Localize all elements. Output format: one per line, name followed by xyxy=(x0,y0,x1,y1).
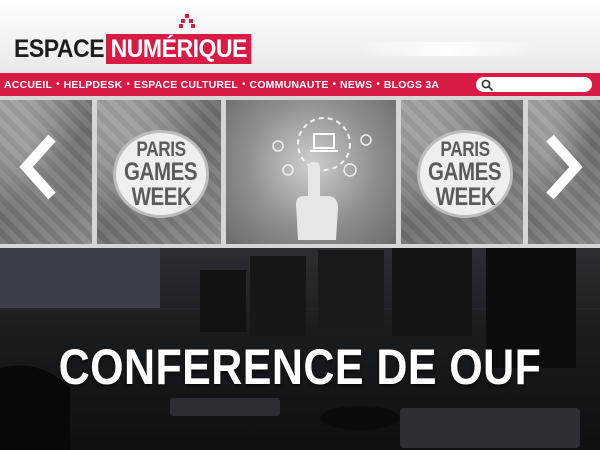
slide-touch-tech[interactable] xyxy=(226,100,396,244)
main-nav: ACCUEIL • HELPDESK • ESPACE CULTUREL • C… xyxy=(0,73,600,96)
logo-accent-icon xyxy=(179,14,195,28)
hero-banner: CONFERENCE DE OUF xyxy=(0,248,600,450)
search-icon[interactable] xyxy=(481,79,493,91)
nav-item-communaute[interactable]: COMMUNAUTE xyxy=(250,79,329,91)
logo-line-week: WEEK xyxy=(435,182,495,211)
nav-item-news[interactable]: NEWS xyxy=(340,79,372,91)
logo-line-games: GAMES xyxy=(428,157,502,186)
nav-separator: • xyxy=(376,79,380,90)
nav-list: ACCUEIL • HELPDESK • ESPACE CULTUREL • C… xyxy=(0,79,439,91)
nav-item-blogs-3a[interactable]: BLOGS 3A xyxy=(384,79,439,91)
nav-separator: • xyxy=(242,79,246,90)
nav-item-espace-culturel[interactable]: ESPACE CULTUREL xyxy=(134,79,238,91)
paris-games-week-logo: PARIS GAMES WEEK xyxy=(417,130,513,218)
slide-paris-games-week-2[interactable]: PARIS GAMES WEEK xyxy=(401,100,523,244)
logo-text-right: NUMÉRIQUE xyxy=(105,34,252,64)
logo-line-paris: PARIS xyxy=(136,137,186,161)
hero-title: CONFERENCE DE OUF xyxy=(58,339,542,395)
header-highlight xyxy=(355,42,540,56)
logo-text-left: ESPACE xyxy=(14,34,105,63)
nav-separator: • xyxy=(56,79,60,90)
slide-paris-games-week-1[interactable]: PARIS GAMES WEEK xyxy=(97,100,221,244)
paris-games-week-logo: PARIS GAMES WEEK xyxy=(113,130,209,218)
search-input[interactable] xyxy=(476,77,592,92)
chevron-right-icon[interactable] xyxy=(538,132,588,202)
logo-line-games: GAMES xyxy=(124,157,198,186)
image-carousel: PARIS GAMES WEEK PARIS GAMES WEEK xyxy=(0,96,600,248)
nav-separator: • xyxy=(126,79,130,90)
touch-interface-illustration xyxy=(272,117,372,240)
nav-item-helpdesk[interactable]: HELPDESK xyxy=(64,79,123,91)
site-header: ESPACE NUMÉRIQUE xyxy=(0,0,600,73)
nav-item-accueil[interactable]: ACCUEIL xyxy=(4,79,52,91)
nav-separator: • xyxy=(332,79,337,90)
logo-line-paris: PARIS xyxy=(440,137,490,161)
chevron-left-icon[interactable] xyxy=(14,132,64,202)
site-logo[interactable]: ESPACE NUMÉRIQUE xyxy=(14,34,264,64)
logo-line-week: WEEK xyxy=(131,182,191,211)
